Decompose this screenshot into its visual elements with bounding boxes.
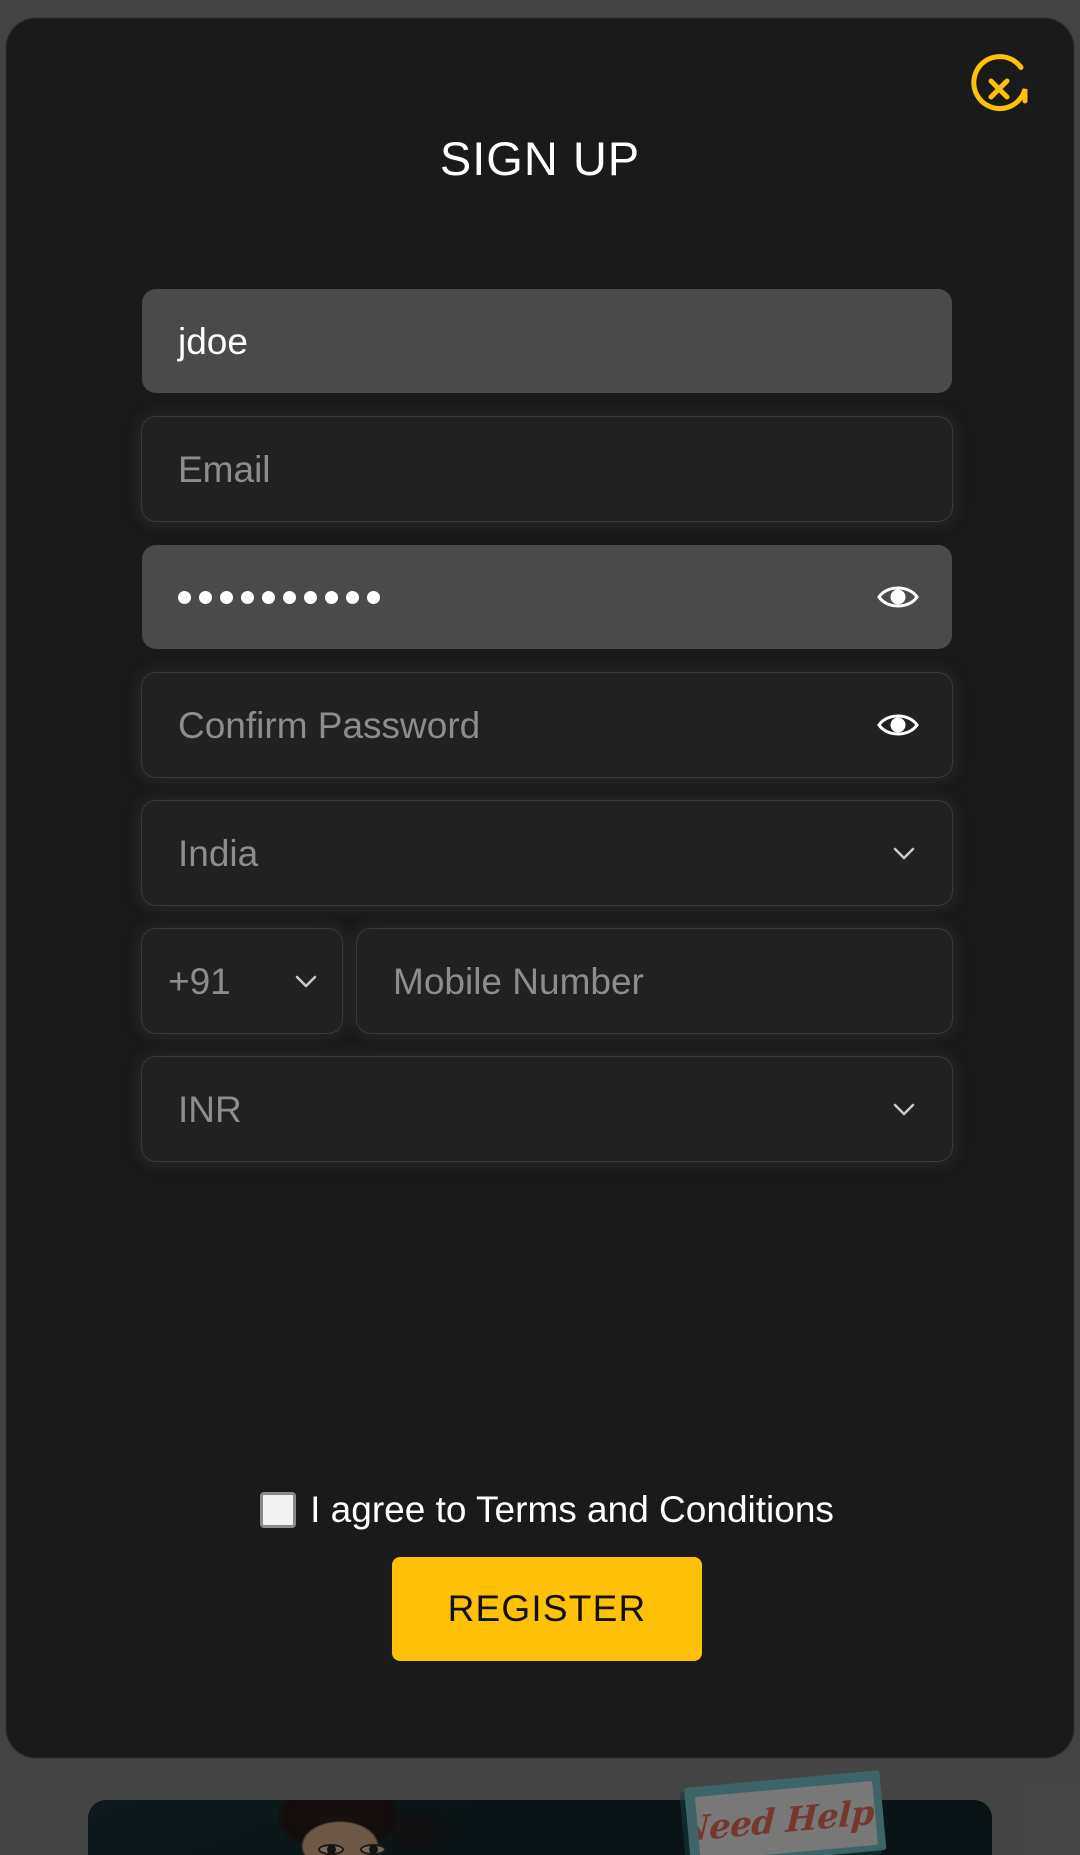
register-button[interactable]: REGISTER (392, 1557, 702, 1661)
close-circle-icon[interactable] (961, 51, 1037, 127)
password-masked-value (178, 590, 380, 604)
submit-row: REGISTER (142, 1557, 952, 1661)
confirm-password-placeholder: Confirm Password (178, 704, 481, 746)
chevron-down-icon[interactable] (890, 839, 918, 867)
terms-checkbox[interactable] (260, 1492, 297, 1528)
terms-row: I agree to Terms and Conditions (142, 1489, 952, 1531)
email-field[interactable]: Email (142, 417, 952, 521)
country-value: India (178, 832, 259, 874)
dial-code-select[interactable]: +91 (142, 929, 342, 1033)
chevron-down-icon[interactable] (890, 1095, 918, 1123)
page-title: SIGN UP (439, 132, 641, 185)
signup-modal: SIGN UP jdoe Email Confirm Password Indi… (6, 18, 1074, 1758)
confirm-password-field[interactable]: Confirm Password (142, 673, 952, 777)
signup-form: jdoe Email Confirm Password India +91 Mo… (142, 289, 952, 1661)
mobile-number-field[interactable]: Mobile Number (357, 929, 952, 1033)
mobile-number-placeholder: Mobile Number (393, 960, 644, 1002)
eye-icon[interactable] (876, 709, 920, 741)
eye-icon[interactable] (876, 581, 920, 613)
phone-row: +91 Mobile Number (142, 929, 952, 1033)
email-placeholder: Email (178, 448, 271, 490)
chevron-down-icon[interactable] (292, 967, 320, 995)
dial-code-value: +91 (168, 960, 231, 1002)
currency-select[interactable]: INR (142, 1057, 952, 1161)
currency-value: INR (178, 1088, 242, 1130)
username-field[interactable]: jdoe (142, 289, 952, 393)
page-root: Need Help? SIGN UP jdoe Email (0, 0, 1080, 1855)
password-field[interactable] (142, 545, 952, 649)
username-value: jdoe (178, 320, 248, 362)
country-select[interactable]: India (142, 801, 952, 905)
terms-label: I agree to Terms and Conditions (310, 1489, 834, 1530)
